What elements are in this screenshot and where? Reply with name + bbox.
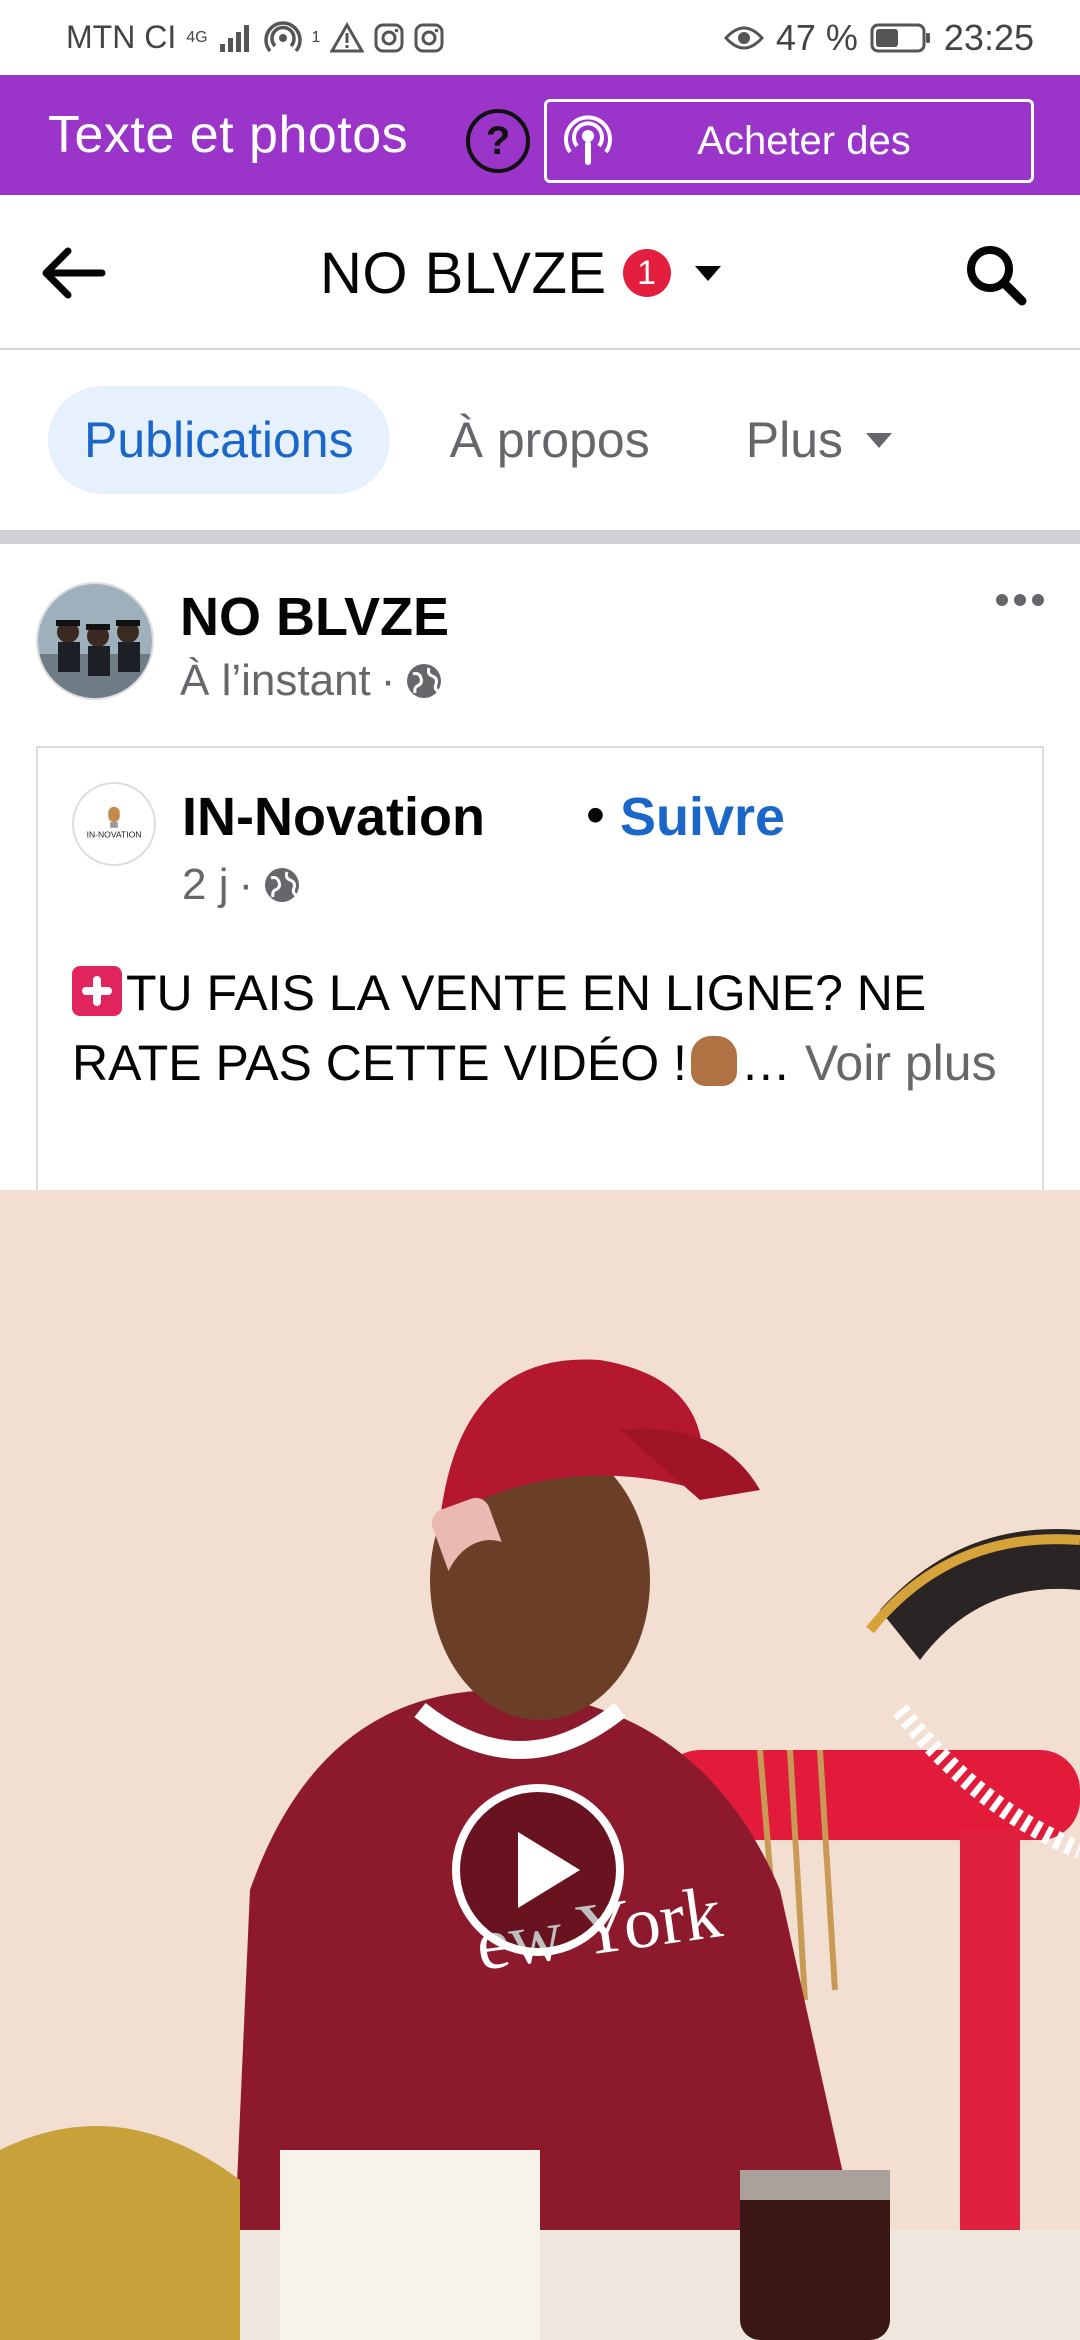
avatar[interactable] (36, 582, 154, 700)
tab-publications[interactable]: Publications (48, 386, 390, 494)
tab-label: Publications (84, 412, 354, 468)
tab-more[interactable]: Plus (710, 386, 929, 494)
shared-post-meta: 2 j · (182, 860, 301, 910)
shared-post-time: 2 j (182, 860, 229, 909)
status-bar: MTN CI 4G 1 47 % 23:25 (0, 0, 1080, 75)
status-left: MTN CI 4G 1 (66, 19, 444, 56)
status-right: 47 % 23:25 (723, 16, 1034, 59)
search-icon[interactable] (962, 241, 1030, 309)
caret-down-icon (694, 266, 721, 281)
tab-label: À propos (449, 412, 650, 468)
pointing-hand-emoji-icon (690, 1036, 737, 1086)
battery-percent: 47 % (775, 16, 858, 58)
section-divider (0, 530, 1080, 544)
post: NO BLVZE À l’instant · IN-NOVATION IN-No… (0, 544, 1080, 2340)
podcast-icon (564, 115, 612, 165)
hotspot-icon (263, 20, 302, 55)
buy-button[interactable]: Acheter des (544, 99, 1034, 183)
eye-icon (723, 24, 764, 52)
meta-separator: · (380, 656, 396, 705)
video-frame: ew York (0, 1190, 1080, 2340)
carrier-label: MTN CI (66, 19, 177, 55)
post-time: À l’instant (180, 656, 371, 705)
play-icon[interactable] (450, 1782, 626, 1958)
anger-emoji-icon (72, 966, 122, 1016)
follow-dot: • (586, 785, 605, 845)
instagram-icon (374, 23, 404, 53)
post-meta: À l’instant · (180, 656, 443, 706)
warning-icon (330, 21, 365, 54)
buy-button-label: Acheter des (697, 118, 911, 163)
promo-banner: Texte et photos ? Acheter des (0, 75, 1080, 195)
instagram-icon (414, 23, 444, 53)
page-title: NO BLVZE (320, 240, 607, 306)
page-tabs: Publications À propos Plus (0, 350, 1080, 530)
meta-separator: · (238, 860, 254, 909)
more-options-icon[interactable] (994, 590, 1046, 610)
video-player[interactable]: ew York (0, 1190, 1080, 2340)
hotspot-count: 1 (311, 28, 321, 46)
battery-icon (870, 22, 932, 54)
post-text-body: TU FAIS LA VENTE EN LIGNE? NE RATE PAS C… (72, 965, 927, 1091)
follow-button[interactable]: Suivre (620, 786, 785, 848)
back-arrow-icon[interactable] (38, 245, 108, 301)
caret-down-icon (866, 433, 892, 448)
tab-label: Plus (745, 412, 843, 468)
globe-icon (265, 868, 300, 902)
globe-icon (407, 664, 442, 698)
shared-post-text: TU FAIS LA VENTE EN LIGNE? NE RATE PAS C… (72, 958, 1032, 1098)
signal-icon (218, 22, 254, 54)
network-type: 4G (186, 28, 208, 46)
page-header: NO BLVZE 1 (0, 195, 1080, 350)
notification-badge: 1 (622, 249, 671, 297)
promo-title: Texte et photos (48, 106, 409, 164)
clock: 23:25 (943, 16, 1034, 58)
post-author[interactable]: NO BLVZE (180, 586, 449, 648)
logo-text: IN-NOVATION (87, 829, 142, 839)
tab-about[interactable]: À propos (414, 386, 686, 494)
shared-author-logo[interactable]: IN-NOVATION (72, 782, 156, 866)
help-button[interactable]: ? (466, 109, 530, 173)
shared-author-name[interactable]: IN-Novation (182, 786, 485, 848)
see-more-link[interactable]: Voir plus (805, 1035, 997, 1091)
text-ellipsis: … (740, 1035, 791, 1091)
page-title-selector[interactable]: NO BLVZE 1 (320, 237, 723, 309)
shared-post-card[interactable]: IN-NOVATION IN-Novation • Suivre 2 j · T… (36, 746, 1044, 1190)
